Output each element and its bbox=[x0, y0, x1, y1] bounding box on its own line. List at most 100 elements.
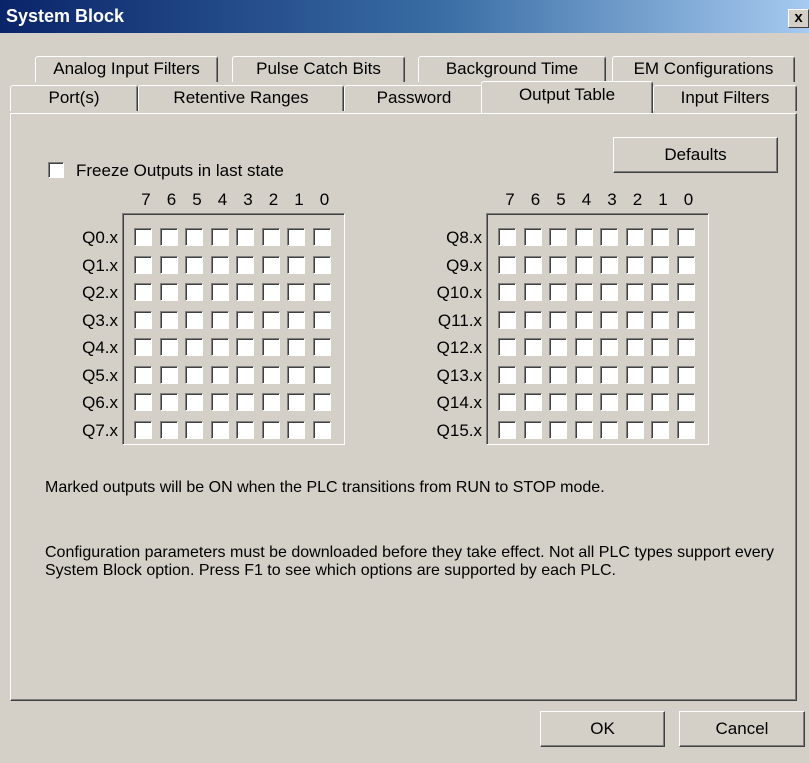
output-bit-checkbox[interactable] bbox=[625, 393, 644, 411]
output-bit-checkbox[interactable] bbox=[236, 338, 254, 356]
output-bit-checkbox[interactable] bbox=[498, 393, 516, 411]
output-bit-checkbox[interactable] bbox=[312, 338, 331, 356]
output-bit-checkbox[interactable] bbox=[523, 255, 542, 274]
output-bit-checkbox[interactable] bbox=[134, 310, 152, 329]
output-bit-checkbox[interactable] bbox=[676, 338, 695, 356]
output-bit-checkbox[interactable] bbox=[549, 393, 567, 411]
output-bit-checkbox[interactable] bbox=[210, 393, 229, 411]
output-bit-checkbox[interactable] bbox=[549, 338, 567, 356]
output-bit-checkbox[interactable] bbox=[185, 310, 203, 329]
output-bit-checkbox[interactable] bbox=[134, 420, 152, 439]
output-bit-checkbox[interactable] bbox=[625, 310, 644, 329]
ok-button[interactable]: OK bbox=[540, 711, 665, 747]
tab-input-filters[interactable]: Input Filters bbox=[653, 85, 797, 111]
output-bit-checkbox[interactable] bbox=[651, 365, 669, 384]
output-bit-checkbox[interactable] bbox=[676, 420, 695, 439]
output-bit-checkbox[interactable] bbox=[287, 310, 305, 329]
output-bit-checkbox[interactable] bbox=[185, 283, 203, 301]
output-bit-checkbox[interactable] bbox=[625, 228, 644, 246]
output-bit-checkbox[interactable] bbox=[287, 420, 305, 439]
output-bit-checkbox[interactable] bbox=[523, 393, 542, 411]
output-bit-checkbox[interactable] bbox=[574, 228, 593, 246]
output-bit-checkbox[interactable] bbox=[261, 420, 280, 439]
output-bit-checkbox[interactable] bbox=[549, 365, 567, 384]
output-bit-checkbox[interactable] bbox=[185, 255, 203, 274]
output-bit-checkbox[interactable] bbox=[574, 365, 593, 384]
output-bit-checkbox[interactable] bbox=[312, 310, 331, 329]
tab-output-table[interactable]: Output Table bbox=[481, 81, 653, 113]
output-bit-checkbox[interactable] bbox=[600, 283, 618, 301]
output-bit-checkbox[interactable] bbox=[159, 228, 178, 246]
output-bit-checkbox[interactable] bbox=[185, 365, 203, 384]
output-bit-checkbox[interactable] bbox=[625, 365, 644, 384]
output-bit-checkbox[interactable] bbox=[676, 255, 695, 274]
output-bit-checkbox[interactable] bbox=[210, 310, 229, 329]
output-bit-checkbox[interactable] bbox=[134, 393, 152, 411]
tab-pulse-catch-bits[interactable]: Pulse Catch Bits bbox=[232, 56, 405, 82]
output-bit-checkbox[interactable] bbox=[287, 255, 305, 274]
output-bit-checkbox[interactable] bbox=[523, 310, 542, 329]
output-bit-checkbox[interactable] bbox=[261, 255, 280, 274]
output-bit-checkbox[interactable] bbox=[600, 393, 618, 411]
output-bit-checkbox[interactable] bbox=[498, 365, 516, 384]
output-bit-checkbox[interactable] bbox=[287, 283, 305, 301]
output-bit-checkbox[interactable] bbox=[210, 338, 229, 356]
output-bit-checkbox[interactable] bbox=[312, 283, 331, 301]
output-bit-checkbox[interactable] bbox=[600, 255, 618, 274]
output-bit-checkbox[interactable] bbox=[287, 365, 305, 384]
output-bit-checkbox[interactable] bbox=[134, 255, 152, 274]
freeze-outputs-checkbox[interactable] bbox=[48, 162, 64, 178]
output-bit-checkbox[interactable] bbox=[625, 283, 644, 301]
output-bit-checkbox[interactable] bbox=[600, 310, 618, 329]
cancel-button[interactable]: Cancel bbox=[679, 711, 805, 747]
output-bit-checkbox[interactable] bbox=[574, 420, 593, 439]
output-bit-checkbox[interactable] bbox=[574, 255, 593, 274]
output-bit-checkbox[interactable] bbox=[625, 255, 644, 274]
output-bit-checkbox[interactable] bbox=[523, 228, 542, 246]
output-bit-checkbox[interactable] bbox=[185, 393, 203, 411]
output-bit-checkbox[interactable] bbox=[261, 283, 280, 301]
output-bit-checkbox[interactable] bbox=[236, 283, 254, 301]
output-bit-checkbox[interactable] bbox=[312, 393, 331, 411]
output-bit-checkbox[interactable] bbox=[312, 365, 331, 384]
output-bit-checkbox[interactable] bbox=[651, 310, 669, 329]
output-bit-checkbox[interactable] bbox=[287, 338, 305, 356]
output-bit-checkbox[interactable] bbox=[549, 255, 567, 274]
output-bit-checkbox[interactable] bbox=[676, 283, 695, 301]
close-button[interactable]: x bbox=[788, 9, 809, 28]
output-bit-checkbox[interactable] bbox=[210, 255, 229, 274]
output-bit-checkbox[interactable] bbox=[498, 228, 516, 246]
output-bit-checkbox[interactable] bbox=[287, 393, 305, 411]
output-bit-checkbox[interactable] bbox=[600, 365, 618, 384]
output-bit-checkbox[interactable] bbox=[549, 310, 567, 329]
output-bit-checkbox[interactable] bbox=[498, 420, 516, 439]
output-bit-checkbox[interactable] bbox=[651, 283, 669, 301]
output-bit-checkbox[interactable] bbox=[159, 283, 178, 301]
output-bit-checkbox[interactable] bbox=[651, 255, 669, 274]
output-bit-checkbox[interactable] bbox=[574, 338, 593, 356]
output-bit-checkbox[interactable] bbox=[498, 283, 516, 301]
defaults-button[interactable]: Defaults bbox=[613, 137, 778, 173]
output-bit-checkbox[interactable] bbox=[159, 393, 178, 411]
output-bit-checkbox[interactable] bbox=[676, 393, 695, 411]
output-bit-checkbox[interactable] bbox=[498, 338, 516, 356]
output-bit-checkbox[interactable] bbox=[523, 365, 542, 384]
output-bit-checkbox[interactable] bbox=[676, 365, 695, 384]
output-bit-checkbox[interactable] bbox=[523, 420, 542, 439]
output-bit-checkbox[interactable] bbox=[651, 228, 669, 246]
output-bit-checkbox[interactable] bbox=[236, 365, 254, 384]
output-bit-checkbox[interactable] bbox=[159, 255, 178, 274]
output-bit-checkbox[interactable] bbox=[498, 255, 516, 274]
output-bit-checkbox[interactable] bbox=[159, 310, 178, 329]
output-bit-checkbox[interactable] bbox=[236, 255, 254, 274]
tab-ports[interactable]: Port(s) bbox=[10, 85, 138, 111]
output-bit-checkbox[interactable] bbox=[185, 338, 203, 356]
output-bit-checkbox[interactable] bbox=[600, 420, 618, 439]
output-bit-checkbox[interactable] bbox=[676, 310, 695, 329]
output-bit-checkbox[interactable] bbox=[498, 310, 516, 329]
output-bit-checkbox[interactable] bbox=[574, 283, 593, 301]
output-bit-checkbox[interactable] bbox=[261, 393, 280, 411]
output-bit-checkbox[interactable] bbox=[625, 420, 644, 439]
output-bit-checkbox[interactable] bbox=[210, 420, 229, 439]
output-bit-checkbox[interactable] bbox=[651, 338, 669, 356]
